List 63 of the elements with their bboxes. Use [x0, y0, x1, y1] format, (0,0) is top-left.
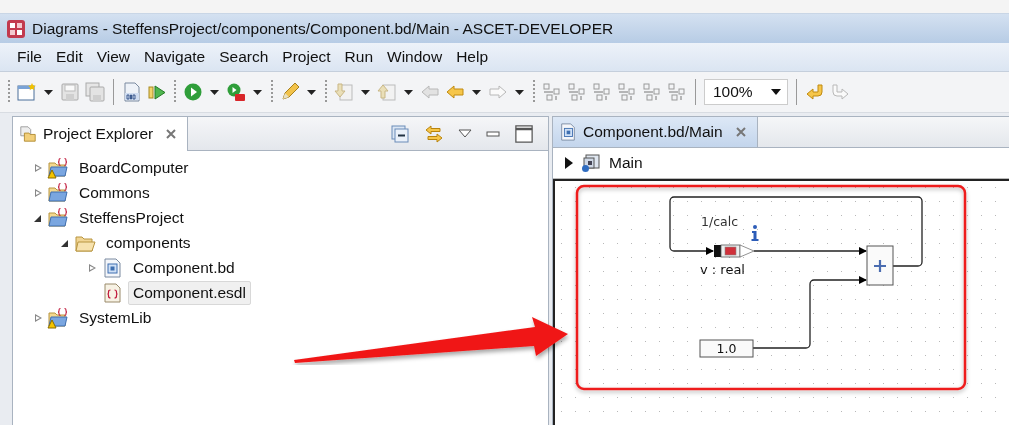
menu-item[interactable]: Window: [380, 48, 450, 66]
info-icon[interactable]: [751, 225, 759, 241]
close-icon[interactable]: [734, 126, 747, 138]
menu-item[interactable]: Edit: [49, 48, 90, 66]
dropdown-caret-icon[interactable]: [210, 89, 219, 95]
step-icon[interactable]: [147, 82, 167, 102]
collapse-all-icon[interactable]: [390, 123, 410, 144]
link-arrows-icon[interactable]: [424, 123, 444, 144]
explorer-icon: [19, 125, 37, 143]
variable-label: v : real: [700, 262, 745, 277]
save-all-icon[interactable]: [85, 82, 105, 102]
align-boxes-icon[interactable]: [642, 82, 662, 102]
expand-arrow-icon[interactable]: [565, 157, 573, 169]
sum-block[interactable]: [866, 245, 894, 286]
app-icon: [6, 18, 26, 39]
tree-item[interactable]: SteffensProject: [74, 205, 189, 230]
diagram-icon: [581, 153, 601, 173]
run-toolbox-icon[interactable]: [226, 82, 246, 102]
arrow-left-icon[interactable]: [445, 82, 465, 102]
align-boxes-icon[interactable]: [542, 82, 562, 102]
minimize-icon[interactable]: [486, 128, 500, 139]
dropdown-caret-icon[interactable]: [404, 89, 413, 95]
close-icon[interactable]: [165, 128, 178, 140]
tree-item[interactable]: Commons: [74, 180, 155, 205]
variable-block[interactable]: [714, 244, 755, 258]
view-menu-icon[interactable]: [458, 128, 472, 139]
dropdown-caret-icon[interactable]: [44, 89, 53, 95]
menu-item[interactable]: File: [10, 48, 49, 66]
menu-item[interactable]: Project: [275, 48, 338, 66]
binary-file-icon[interactable]: [122, 82, 142, 102]
dropdown-caret-icon[interactable]: [253, 89, 262, 95]
window-title: Diagrams - SteffensProject/components/Component.bd/Main - ASCET-DEVELOPER: [32, 19, 614, 38]
constant-block[interactable]: 1.0: [699, 339, 754, 358]
menu-item[interactable]: View: [89, 48, 138, 66]
dropdown-caret-icon[interactable]: [361, 89, 370, 95]
block-diagram-file-icon: [559, 123, 577, 141]
project-explorer-tab[interactable]: Project Explorer: [13, 117, 189, 151]
align-boxes-icon[interactable]: [617, 82, 637, 102]
maximize-icon[interactable]: [514, 123, 534, 144]
breadcrumb-item[interactable]: Main: [609, 154, 643, 172]
align-boxes-icon[interactable]: [667, 82, 687, 102]
align-boxes-icon[interactable]: [592, 82, 612, 102]
dropdown-caret-icon[interactable]: [472, 89, 481, 95]
tree-item[interactable]: components: [101, 230, 196, 255]
menu-item[interactable]: Help: [449, 48, 496, 66]
editor-tab[interactable]: Component.bd/Main: [553, 117, 758, 147]
pen-icon[interactable]: [280, 82, 300, 102]
tree-item[interactable]: Component.esdl: [128, 280, 251, 305]
tree-item[interactable]: BoardComputer: [74, 155, 194, 180]
zoom-dropdown[interactable]: 100%: [704, 79, 788, 105]
dropdown-caret-icon[interactable]: [771, 89, 781, 95]
undo-icon[interactable]: [805, 82, 825, 102]
new-window-icon[interactable]: [17, 82, 37, 102]
dropdown-caret-icon[interactable]: [307, 89, 316, 95]
menu-item[interactable]: Search: [212, 48, 276, 66]
tree-item[interactable]: Component.bd: [128, 255, 240, 280]
block-annotation: 1/calc: [701, 214, 739, 229]
menu-item[interactable]: Navigate: [137, 48, 213, 66]
align-boxes-icon[interactable]: [567, 82, 587, 102]
dropdown-caret-icon[interactable]: [515, 89, 524, 95]
menu-item[interactable]: Run: [337, 48, 381, 66]
tree-item[interactable]: SystemLib: [74, 305, 157, 330]
run-icon[interactable]: [183, 82, 203, 102]
